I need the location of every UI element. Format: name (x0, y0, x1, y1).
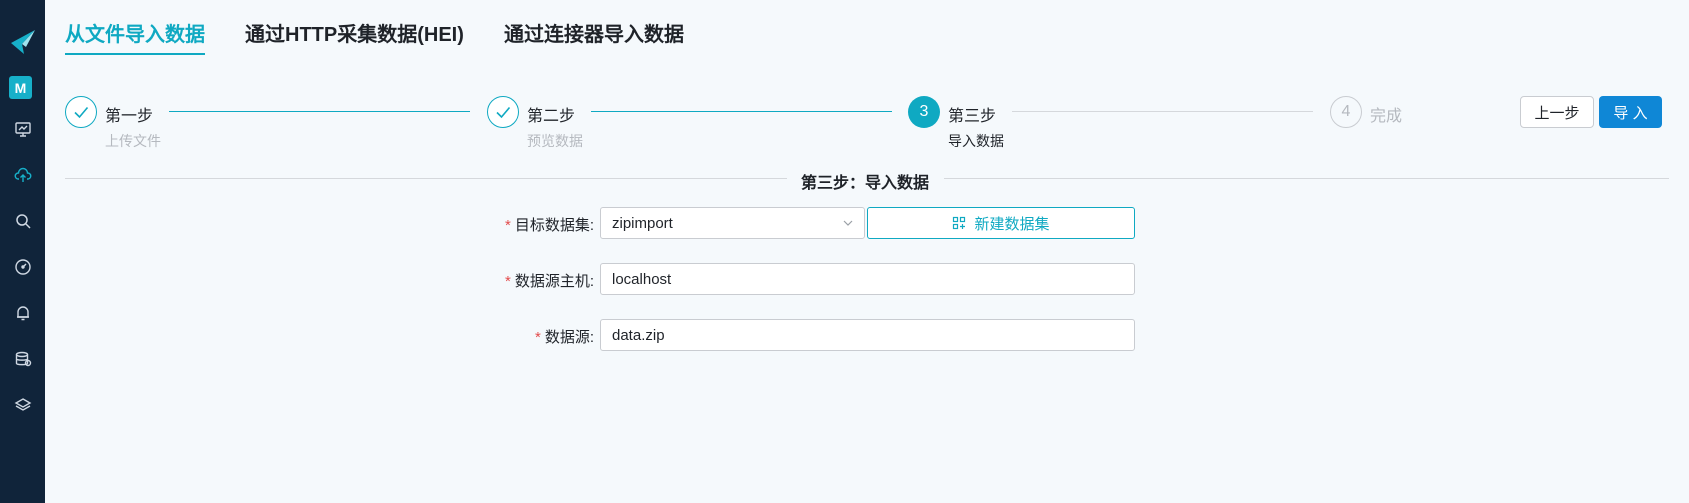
host-label-text: 数据源主机: (514, 273, 594, 290)
step-1-check-icon (65, 96, 97, 128)
dataset-label: * 目标数据集: (504, 217, 594, 234)
dataset-select-value: zipimport (612, 214, 673, 232)
step-4-number: 4 (1330, 96, 1362, 128)
dataset-label-text: 目标数据集: (514, 217, 594, 234)
gauge-icon[interactable] (0, 251, 45, 283)
chevron-down-icon (843, 220, 853, 226)
new-dataset-label: 新建数据集 (974, 215, 1050, 233)
search-icon[interactable] (0, 205, 45, 237)
host-label: * 数据源主机: (504, 273, 594, 290)
tab-import-from-file[interactable]: 从文件导入数据 (65, 18, 205, 47)
logo-icon[interactable] (0, 24, 45, 60)
new-dataset-button[interactable]: 新建数据集 (867, 207, 1135, 239)
new-dataset-icon (953, 216, 966, 230)
active-tab-indicator (65, 53, 205, 55)
avatar-letter: M (14, 79, 27, 96)
cloud-upload-icon[interactable] (0, 159, 45, 191)
sidebar: M (0, 0, 45, 503)
step-1-title: 第一步 (105, 108, 154, 125)
tab-http-collect[interactable]: 通过HTTP采集数据(HEI) (245, 18, 464, 47)
dataset-select[interactable]: zipimport (600, 207, 865, 239)
divider-right (944, 178, 1669, 179)
bell-icon[interactable] (0, 297, 45, 329)
import-button[interactable]: 导 入 (1599, 96, 1662, 128)
step-3-title: 第三步 (948, 108, 997, 125)
host-input-value: localhost (612, 270, 672, 288)
host-input[interactable]: localhost (600, 263, 1135, 295)
divider-left (65, 178, 787, 179)
source-label: * 数据源: (534, 329, 594, 346)
tab-connector-import[interactable]: 通过连接器导入数据 (504, 18, 684, 47)
step-1-desc: 上传文件 (105, 133, 161, 149)
step-3-connector (1012, 111, 1313, 112)
source-label-text: 数据源: (544, 329, 594, 346)
step-4-title: 完成 (1370, 108, 1403, 125)
step-2-title: 第二步 (527, 108, 576, 125)
step-2-desc: 预览数据 (527, 133, 583, 149)
layers-icon[interactable] (0, 389, 45, 421)
prev-step-button[interactable]: 上一步 (1520, 96, 1594, 128)
source-input[interactable]: data.zip (600, 319, 1135, 351)
step-3-number: 3 (908, 96, 940, 128)
avatar[interactable]: M (9, 76, 32, 99)
database-icon[interactable] (0, 343, 45, 375)
step-3-desc: 导入数据 (948, 133, 1004, 149)
source-input-value: data.zip (612, 326, 665, 344)
dashboard-icon[interactable] (0, 113, 45, 145)
step-2-connector (591, 111, 892, 112)
section-title: 第三步：导入数据 (800, 175, 929, 192)
step-2-check-icon (487, 96, 519, 128)
step-1-connector (169, 111, 470, 112)
